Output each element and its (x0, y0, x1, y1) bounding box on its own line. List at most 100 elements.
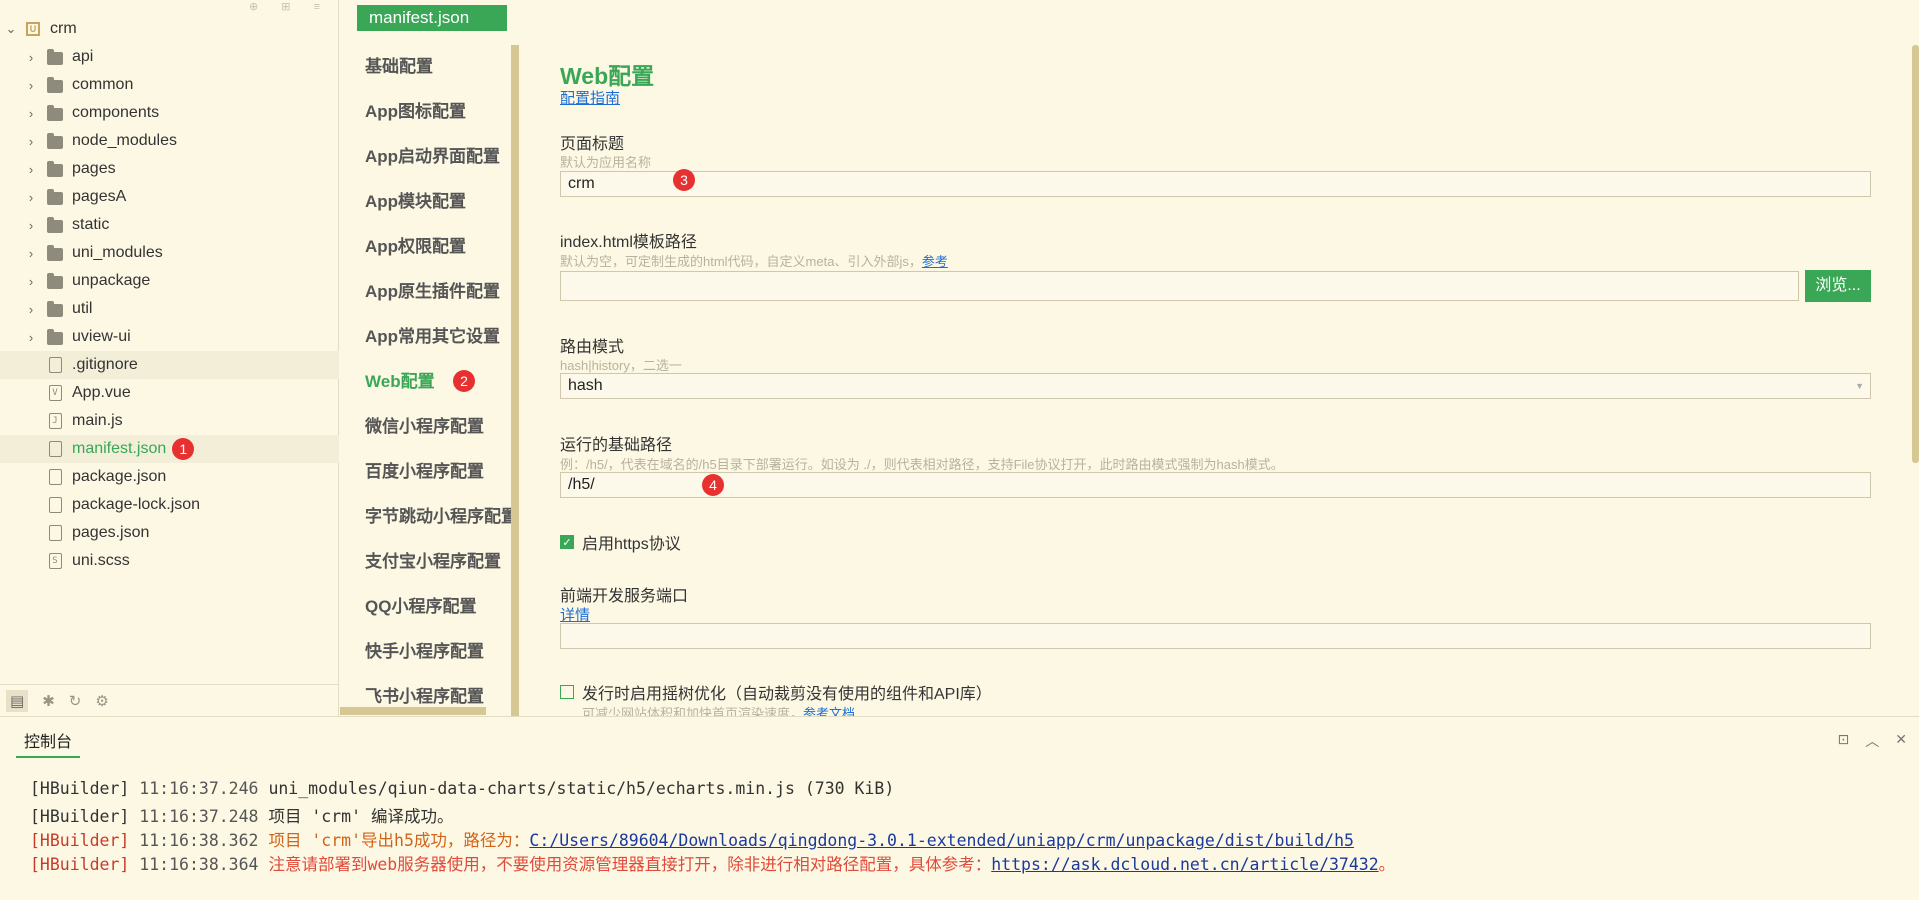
folder-icon (46, 160, 64, 177)
https-option[interactable]: ✓ 启用https协议 (560, 530, 681, 554)
console-log-line: [HBuilder] 11:16:38.364 注意请部署到web服务器使用，不… (30, 851, 1395, 875)
debug-icon[interactable]: ✱ (42, 692, 55, 710)
tree-item-label: crm (50, 20, 77, 37)
tree-folder[interactable]: › pages (0, 155, 339, 183)
web-config-panel: Web配置 配置指南 页面标题 默认为应用名称 crm 3 index.html… (520, 45, 1919, 716)
tree-file[interactable]: package.json (0, 463, 339, 491)
nav-item[interactable]: App启动界面配置 (365, 142, 511, 172)
treeshake-label: 发行时启用摇树优化（自动裁剪没有使用的组件和API库） (582, 686, 992, 703)
dev-port-input[interactable] (560, 623, 1871, 649)
chevron-right-icon[interactable]: › (24, 246, 38, 261)
treeshake-option[interactable]: 发行时启用摇树优化（自动裁剪没有使用的组件和API库） (560, 680, 992, 704)
dropdown-arrow-icon: ▼ (1855, 381, 1864, 391)
nav-item[interactable]: App原生插件配置 (365, 277, 511, 307)
chevron-right-icon[interactable]: › (24, 162, 38, 177)
chevron-right-icon[interactable]: › (24, 78, 38, 93)
template-reference-link[interactable]: 参考 (922, 254, 948, 269)
page-title-input[interactable]: crm (560, 171, 1871, 197)
tree-folder[interactable]: › pagesA (0, 183, 339, 211)
chevron-right-icon[interactable]: › (24, 106, 38, 121)
base-path-input[interactable]: /h5/ (560, 472, 1871, 498)
tree-file[interactable]: Suni.scss (0, 547, 339, 575)
tree-file[interactable]: package-lock.json (0, 491, 339, 519)
tree-folder[interactable]: › api (0, 43, 339, 71)
tree-item-label: components (72, 104, 160, 121)
close-panel-icon[interactable]: ✕ (1895, 731, 1907, 751)
annotation-badge-3: 3 (673, 169, 695, 191)
chevron-right-icon[interactable]: › (24, 330, 38, 345)
tree-folder[interactable]: › uview-ui (0, 323, 339, 351)
content-vertical-scrollbar[interactable] (1912, 45, 1919, 463)
tree-folder[interactable]: › unpackage (0, 267, 339, 295)
tree-item-label: node_modules (72, 132, 177, 149)
folder-icon (46, 244, 64, 261)
config-guide-link[interactable]: 配置指南 (560, 87, 620, 108)
chevron-right-icon[interactable]: › (24, 134, 38, 149)
nav-item[interactable]: QQ小程序配置 (365, 592, 511, 622)
file-icon (46, 497, 64, 513)
nav-item[interactable]: 快手小程序配置 (365, 637, 511, 667)
treeshake-checkbox[interactable] (560, 685, 574, 699)
console-log-line: [HBuilder] 11:16:38.362 项目 'crm'导出h5成功，路… (30, 827, 1354, 851)
nav-item[interactable]: 微信小程序配置 (365, 412, 511, 442)
log-link[interactable]: C:/Users/89604/Downloads/qingdong-3.0.1-… (529, 831, 1354, 850)
nav-item[interactable]: Web配置 (365, 367, 511, 397)
console-log-line: [HBuilder] 11:16:37.246 uni_modules/qiun… (30, 779, 894, 798)
https-checkbox[interactable]: ✓ (560, 535, 574, 549)
nav-item[interactable]: 字节跳动小程序配置 (365, 502, 511, 532)
tree-file[interactable]: .gitignore (0, 351, 339, 379)
explorer-toolbar-icons[interactable]: ⊕ ⊞ ≡ (249, 0, 330, 13)
tree-item-label: uni.scss (72, 552, 130, 569)
chevron-right-icon[interactable]: › (24, 274, 38, 289)
project-explorer: ⊕ ⊞ ≡ ⌄ U crm › api › common › components › nod… (0, 0, 339, 716)
folder-icon (46, 48, 64, 65)
log-tag: [HBuilder] (30, 807, 130, 826)
tree-item-label: uni_modules (72, 244, 163, 261)
nav-horizontal-scrollbar[interactable] (340, 707, 486, 715)
tree-folder[interactable]: › common (0, 71, 339, 99)
chevron-right-icon[interactable]: › (24, 190, 38, 205)
base-path-hint: 例：/h5/，代表在域名的/h5目录下部署运行。如设为 ./，则代表相对路径，支… (560, 457, 1284, 472)
explorer-footer-toolbar: ▤ ✱ ↻ ⚙ (0, 684, 339, 716)
dev-port-details-link[interactable]: 详情 (560, 604, 590, 625)
chevron-down-icon[interactable]: ⌄ (4, 21, 18, 37)
clear-console-icon[interactable]: ⊡ (1838, 731, 1850, 751)
nav-item[interactable]: 基础配置 (365, 52, 511, 82)
maximize-icon[interactable]: ︿ (1865, 731, 1879, 751)
tree-folder[interactable]: › uni_modules (0, 239, 339, 267)
tree-project-root[interactable]: ⌄ U crm (0, 15, 339, 43)
treeshake-doc-link[interactable]: 参考文档 (803, 706, 855, 716)
plugin-icon[interactable]: ⚙ (95, 692, 108, 710)
nav-item[interactable]: App权限配置 (365, 232, 511, 262)
nav-item[interactable]: App图标配置 (365, 97, 511, 127)
refresh-icon[interactable]: ↻ (69, 692, 82, 710)
tab-manifest-json[interactable]: manifest.json (357, 5, 507, 31)
file-icon (46, 441, 64, 457)
chevron-right-icon[interactable]: › (24, 50, 38, 65)
chevron-right-icon[interactable]: › (24, 218, 38, 233)
console-title[interactable]: 控制台 (16, 728, 81, 758)
nav-item[interactable]: 百度小程序配置 (365, 457, 511, 487)
browse-button[interactable]: 浏览... (1805, 270, 1871, 302)
tree-file[interactable]: Jmain.js (0, 407, 339, 435)
tree-file[interactable]: manifest.json 1 (0, 435, 339, 463)
tree-file[interactable]: V App.vue (0, 379, 339, 407)
nav-item[interactable]: App模块配置 (365, 187, 511, 217)
tree-folder[interactable]: › components (0, 99, 339, 127)
log-tail: 。 (1378, 855, 1396, 874)
tree-item-label: static (72, 216, 110, 233)
nav-item[interactable]: 支付宝小程序配置 (365, 547, 511, 577)
annotation-badge-1: 1 (172, 438, 195, 460)
tree-file[interactable]: pages.json (0, 519, 339, 547)
nav-item[interactable]: App常用其它设置 (365, 322, 511, 352)
template-path-input[interactable] (560, 271, 1799, 301)
chevron-right-icon[interactable]: › (24, 302, 38, 317)
router-mode-select[interactable]: hash ▼ (560, 373, 1871, 399)
files-view-icon[interactable]: ▤ (6, 689, 29, 712)
tree-folder[interactable]: › static (0, 211, 339, 239)
tree-folder[interactable]: › util (0, 295, 339, 323)
tree-folder[interactable]: › node_modules (0, 127, 339, 155)
log-link[interactable]: https://ask.dcloud.net.cn/article/37432 (991, 855, 1378, 874)
log-message: 项目 'crm' 编译成功。 (268, 807, 454, 826)
nav-vertical-scrollbar[interactable] (511, 45, 519, 716)
